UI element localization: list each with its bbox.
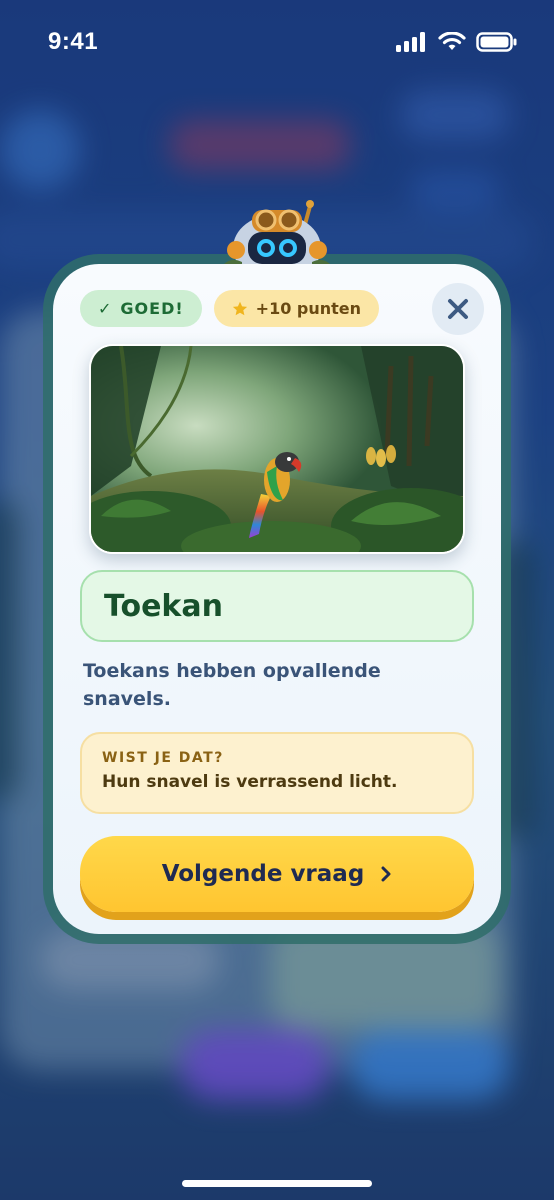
close-icon [448,299,468,319]
signal-icon [396,32,425,52]
answer-feedback-modal: ✓ GOED! +10 punten Toekan Toekans hebben… [53,264,501,934]
answer-box: Toekan [80,570,474,642]
status-bar: 9:41 [0,0,554,84]
points-label: +10 punten [255,299,362,318]
wifi-icon [438,32,466,50]
correct-badge: ✓ GOED! [80,290,202,327]
fun-fact-label: WIST JE DAT? [102,750,224,766]
next-question-button[interactable]: Volgende vraag [80,836,474,912]
correct-label: GOED! [120,299,184,318]
answer-text: Toekan [104,588,223,624]
check-icon: ✓ [98,299,113,318]
result-badges: ✓ GOED! +10 punten [80,290,380,327]
status-icons [396,32,518,52]
fun-fact-box: WIST JE DAT? Hun snavel is verrassend li… [80,732,474,814]
fun-fact-text: Hun snavel is verrassend licht. [102,772,398,792]
explanation-text: Toekans hebben opvallende snavels. [83,660,381,710]
next-question-label: Volgende vraag [161,861,365,887]
jungle-parrot-image [89,344,465,554]
chevron-right-icon [381,866,391,882]
home-indicator[interactable] [182,1180,372,1187]
close-button[interactable] [432,283,484,335]
status-time: 9:41 [48,28,99,55]
points-badge: +10 punten [213,290,380,327]
star-icon [232,301,247,315]
battery-icon [476,32,517,52]
